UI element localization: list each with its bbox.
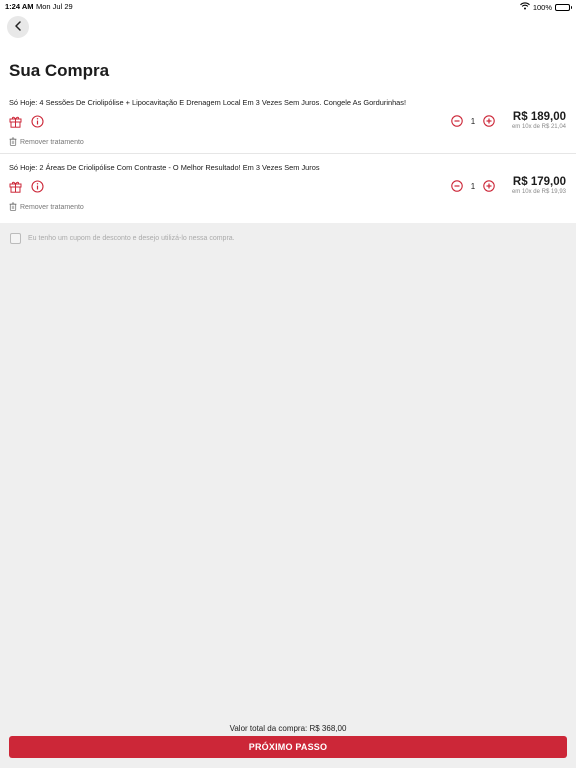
cart-item: Só Hoje: 2 Áreas De Criolipólise Com Con… (0, 161, 576, 222)
cart-item: Só Hoje: 4 Sessões De Criolipólise + Lip… (0, 96, 576, 154)
page-title: Sua Compra (9, 61, 110, 80)
back-chevron-icon (14, 18, 22, 36)
item-actions (9, 180, 44, 193)
coupon-label: Eu tenho um cupom de desconto e desejo u… (28, 235, 235, 242)
battery-percent: 100% (532, 2, 552, 12)
quantity-stepper: 1 (451, 180, 495, 192)
minus-icon[interactable] (451, 180, 463, 192)
remove-label: Remover tratamento (20, 139, 84, 146)
total-value: Valor total da compra: R$ 368,00 (229, 724, 347, 733)
item-title: Só Hoje: 4 Sessões De Criolipólise + Lip… (9, 98, 407, 107)
trash-icon (9, 137, 17, 148)
item-actions (9, 115, 44, 128)
back-button[interactable] (7, 16, 29, 38)
next-step-button[interactable]: PRÓXIMO PASSO (9, 736, 567, 758)
status-bar: 1:24 AM Mon Jul 29 100% (0, 0, 576, 12)
minus-icon[interactable] (451, 115, 463, 127)
item-price: R$ 179,00 em 10x de R$ 19,93 (512, 176, 566, 195)
coupon-checkbox-row[interactable]: Eu tenho um cupom de desconto e desejo u… (10, 233, 235, 244)
item-title: Só Hoje: 2 Áreas De Criolipólise Com Con… (9, 163, 320, 172)
status-date: Mon Jul 29 (36, 2, 73, 11)
installments-text: em 10x de R$ 21,04 (511, 124, 566, 130)
status-time: 1:24 AM (5, 2, 34, 11)
quantity-value: 1 (470, 181, 476, 191)
remove-treatment-button[interactable]: Remover tratamento (9, 137, 84, 148)
quantity-value: 1 (470, 116, 476, 126)
plus-icon[interactable] (483, 180, 495, 192)
remove-treatment-button[interactable]: Remover tratamento (9, 202, 84, 213)
status-right: 100% (519, 2, 572, 12)
info-icon[interactable] (31, 115, 44, 128)
price-value: R$ 189,00 (512, 111, 566, 123)
plus-icon[interactable] (483, 115, 495, 127)
trash-icon (9, 202, 17, 213)
wifi-icon (519, 2, 530, 12)
gift-icon[interactable] (9, 180, 22, 193)
checkbox-icon[interactable] (10, 233, 21, 244)
remove-label: Remover tratamento (20, 204, 84, 211)
item-price: R$ 189,00 em 10x de R$ 21,04 (512, 111, 566, 130)
price-value: R$ 179,00 (512, 176, 566, 188)
info-icon[interactable] (31, 180, 44, 193)
quantity-stepper: 1 (451, 115, 495, 127)
installments-text: em 10x de R$ 19,93 (511, 189, 566, 195)
gift-icon[interactable] (9, 115, 22, 128)
battery-icon (555, 3, 572, 11)
